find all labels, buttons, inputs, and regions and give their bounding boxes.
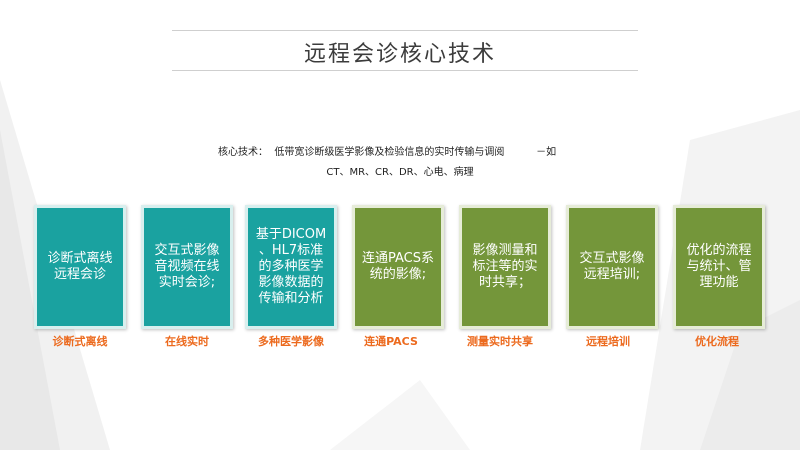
tech-box-remote-training: 交互式影像远程培训; [566, 205, 658, 329]
tech-label-online: 在线实时 [165, 335, 209, 348]
title-bottom-line [172, 70, 638, 71]
tech-box-workflow: 优化的流程与统计、管理功能 [673, 205, 765, 329]
description-line-2: CT、MR、CR、DR、心电、病理 [326, 167, 474, 178]
page-title: 远程会诊核心技术 [303, 42, 496, 67]
tech-label-workflow: 优化流程 [695, 335, 739, 348]
tech-label-imaging: 多种医学影像 [258, 335, 324, 348]
tech-box-online-realtime: 交互式影像音视频在线实时会诊; [141, 205, 233, 329]
tech-box-text: 连通PACS系统的影像; [361, 251, 434, 282]
tech-box-pacs: 连通PACS系统的影像; [352, 205, 444, 329]
tech-box-dicom-hl7: 基于DICOM 、HL7标准的多种医学影像数据的传输和分析 [245, 205, 337, 329]
tech-label-training: 远程培训 [586, 335, 630, 348]
tech-box-measure-share: 影像测量和标注等的实时共享； [459, 205, 551, 329]
tech-box-text: 交互式影像音视频在线实时会诊; [154, 243, 220, 290]
tech-label-offline: 诊断式离线 [52, 335, 108, 348]
tech-box-text: 交互式影像远程培训; [579, 251, 645, 282]
tech-box-text: 影像测量和标注等的实时共享； [472, 243, 538, 290]
tech-box-text: 优化的流程与统计、管理功能 [686, 243, 752, 290]
tech-label-measure: 测量实时共享 [467, 335, 533, 348]
tech-box-text: 基于DICOM 、HL7标准的多种医学影像数据的传输和分析 [255, 227, 327, 306]
title-top-line [172, 30, 638, 31]
tech-box-offline-consult: 诊断式离线远程会诊 [34, 205, 126, 329]
tech-box-text: 诊断式离线远程会诊 [47, 251, 113, 282]
tech-label-pacs: 连通PACS [364, 335, 418, 348]
description-line-1: 核心技术： 低带宽诊断级医学影像及检验信息的实时传输与调阅 －如 [218, 147, 557, 158]
